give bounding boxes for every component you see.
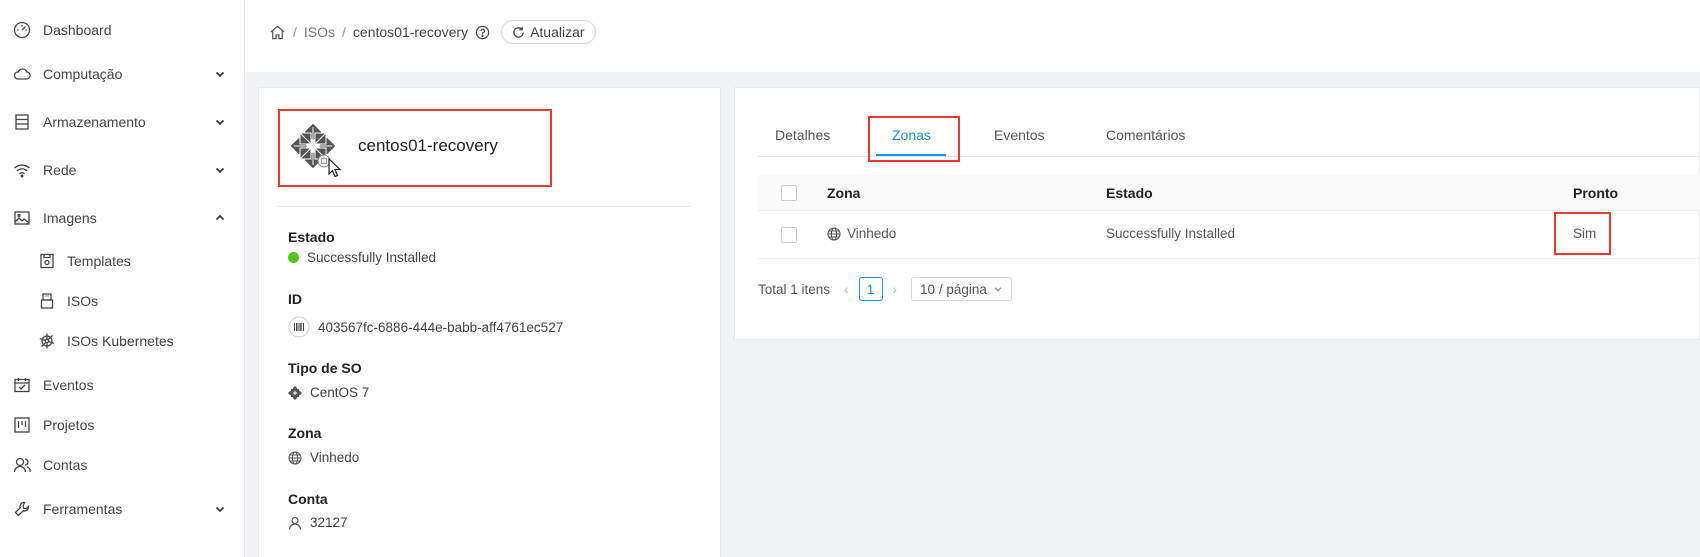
- dashboard-icon: [13, 21, 31, 39]
- pagination: Total 1 itens ‹ 1 › 10 / página: [758, 277, 1012, 301]
- cell-zona-text[interactable]: Vinhedo: [847, 226, 896, 241]
- sidebar-item-isos[interactable]: ISOs: [0, 283, 245, 319]
- template-icon: [38, 252, 56, 270]
- chevron-down-icon: [214, 164, 226, 176]
- sidebar-item-label: Eventos: [43, 377, 94, 393]
- sidebar-item-computacao[interactable]: Computação: [0, 56, 245, 92]
- sidebar-item-label: Dashboard: [43, 22, 112, 38]
- table-header: Zona Estado Pronto: [758, 175, 1700, 211]
- select-all-checkbox[interactable]: [781, 185, 797, 201]
- centos-icon: [288, 385, 302, 400]
- tab-detalhes[interactable]: Detalhes: [775, 127, 830, 143]
- user-icon: [288, 516, 302, 530]
- chevron-up-icon: [214, 212, 226, 224]
- page-header: / ISOs / centos01-recovery Atualizar: [245, 0, 1700, 72]
- sidebar-item-label: ISOs: [67, 293, 99, 309]
- sidebar-item-label: Armazenamento: [43, 114, 146, 130]
- refresh-button[interactable]: Atualizar: [501, 20, 596, 44]
- sidebar-item-isos-kubernetes[interactable]: ISOs Kubernetes: [0, 323, 245, 359]
- chevron-down-icon: [214, 116, 226, 128]
- chevron-down-icon: [993, 284, 1003, 294]
- tab-eventos[interactable]: Eventos: [994, 127, 1045, 143]
- cell-estado: Successfully Installed: [1106, 226, 1236, 241]
- sidebar-item-label: Computação: [43, 66, 123, 82]
- breadcrumb-separator: /: [293, 24, 297, 40]
- breadcrumb: / ISOs / centos01-recovery Atualizar: [269, 20, 596, 44]
- sidebar-item-rede[interactable]: Rede: [0, 152, 245, 188]
- sidebar: Dashboard Computação Armazenamento Rede …: [0, 0, 245, 557]
- page-size-value: 10 / página: [920, 281, 987, 297]
- id-value: 403567fc-6886-444e-babb-aff4761ec527: [288, 316, 563, 338]
- sidebar-item-templates[interactable]: Templates: [0, 243, 245, 279]
- sidebar-item-label: Ferramentas: [43, 501, 123, 517]
- mouse-cursor-icon: [328, 158, 342, 178]
- reload-icon: [512, 26, 525, 39]
- question-circle-icon[interactable]: [475, 25, 490, 40]
- resource-title: centos01-recovery: [358, 136, 498, 155]
- zona-label: Zona: [288, 425, 322, 441]
- chevron-down-icon: [214, 68, 226, 80]
- prev-page-icon[interactable]: ‹: [844, 282, 849, 297]
- sidebar-item-dashboard[interactable]: Dashboard: [0, 12, 245, 48]
- conta-label: Conta: [288, 491, 328, 507]
- sidebar-item-label: Imagens: [43, 210, 97, 226]
- highlight-box-tab: [868, 116, 960, 162]
- project-icon: [13, 416, 31, 434]
- divider: [278, 206, 691, 207]
- sidebar-item-ferramentas[interactable]: Ferramentas: [0, 491, 245, 527]
- sidebar-item-armazenamento[interactable]: Armazenamento: [0, 104, 245, 140]
- conta-value: 32127: [288, 515, 348, 530]
- zona-value: Vinhedo: [288, 450, 359, 465]
- home-icon[interactable]: [269, 24, 286, 41]
- id-text: 403567fc-6886-444e-babb-aff4761ec527: [318, 319, 564, 335]
- row-checkbox[interactable]: [781, 227, 797, 243]
- globe-icon: [827, 226, 841, 241]
- usb-icon: [38, 292, 56, 310]
- page-size-select[interactable]: 10 / página: [911, 277, 1012, 301]
- sidebar-item-eventos[interactable]: Eventos: [0, 367, 245, 403]
- highlight-box-ready: [1554, 212, 1611, 255]
- chevron-down-icon: [214, 503, 226, 515]
- status-dot: [288, 252, 299, 263]
- column-header-pronto[interactable]: Pronto: [1573, 185, 1618, 201]
- id-label: ID: [288, 291, 302, 307]
- cell-zona: Vinhedo: [827, 226, 896, 241]
- os-label: Tipo de SO: [288, 360, 362, 376]
- breadcrumb-current: centos01-recovery: [352, 24, 469, 40]
- barcode-icon: [288, 316, 310, 338]
- column-header-zona[interactable]: Zona: [827, 185, 860, 201]
- estado-value: Successfully Installed: [288, 250, 436, 265]
- team-icon: [13, 456, 31, 474]
- os-text: CentOS 7: [310, 385, 370, 400]
- tool-icon: [13, 500, 31, 518]
- wifi-icon: [13, 161, 31, 179]
- estado-label: Estado: [288, 229, 335, 245]
- globe-icon: [288, 450, 302, 465]
- breadcrumb-separator: /: [342, 24, 346, 40]
- sidebar-item-label: Projetos: [43, 417, 95, 433]
- sidebar-item-label: Rede: [43, 162, 77, 178]
- picture-icon: [13, 209, 31, 227]
- sidebar-item-contas[interactable]: Contas: [0, 447, 245, 483]
- sidebar-item-projetos[interactable]: Projetos: [0, 407, 245, 443]
- cloud-icon: [13, 65, 31, 83]
- os-value: CentOS 7: [288, 385, 369, 400]
- zona-text: Vinhedo: [310, 450, 360, 465]
- kubernetes-icon: [38, 332, 56, 350]
- storage-icon: [13, 113, 31, 131]
- sidebar-item-label: ISOs Kubernetes: [67, 333, 174, 349]
- column-header-estado[interactable]: Estado: [1106, 185, 1153, 201]
- refresh-label: Atualizar: [530, 24, 585, 40]
- sidebar-item-imagens[interactable]: Imagens: [0, 200, 245, 236]
- calendar-icon: [13, 376, 31, 394]
- conta-text: 32127: [310, 515, 348, 530]
- breadcrumb-isos[interactable]: ISOs: [304, 24, 335, 40]
- estado-text: Successfully Installed: [307, 250, 437, 265]
- page-number-button[interactable]: 1: [858, 277, 883, 301]
- sidebar-item-label: Templates: [67, 253, 131, 269]
- pagination-total: Total 1 itens: [758, 281, 831, 297]
- sidebar-item-label: Contas: [43, 457, 88, 473]
- next-page-icon[interactable]: ›: [893, 282, 898, 297]
- tab-comentarios[interactable]: Comentários: [1106, 127, 1185, 143]
